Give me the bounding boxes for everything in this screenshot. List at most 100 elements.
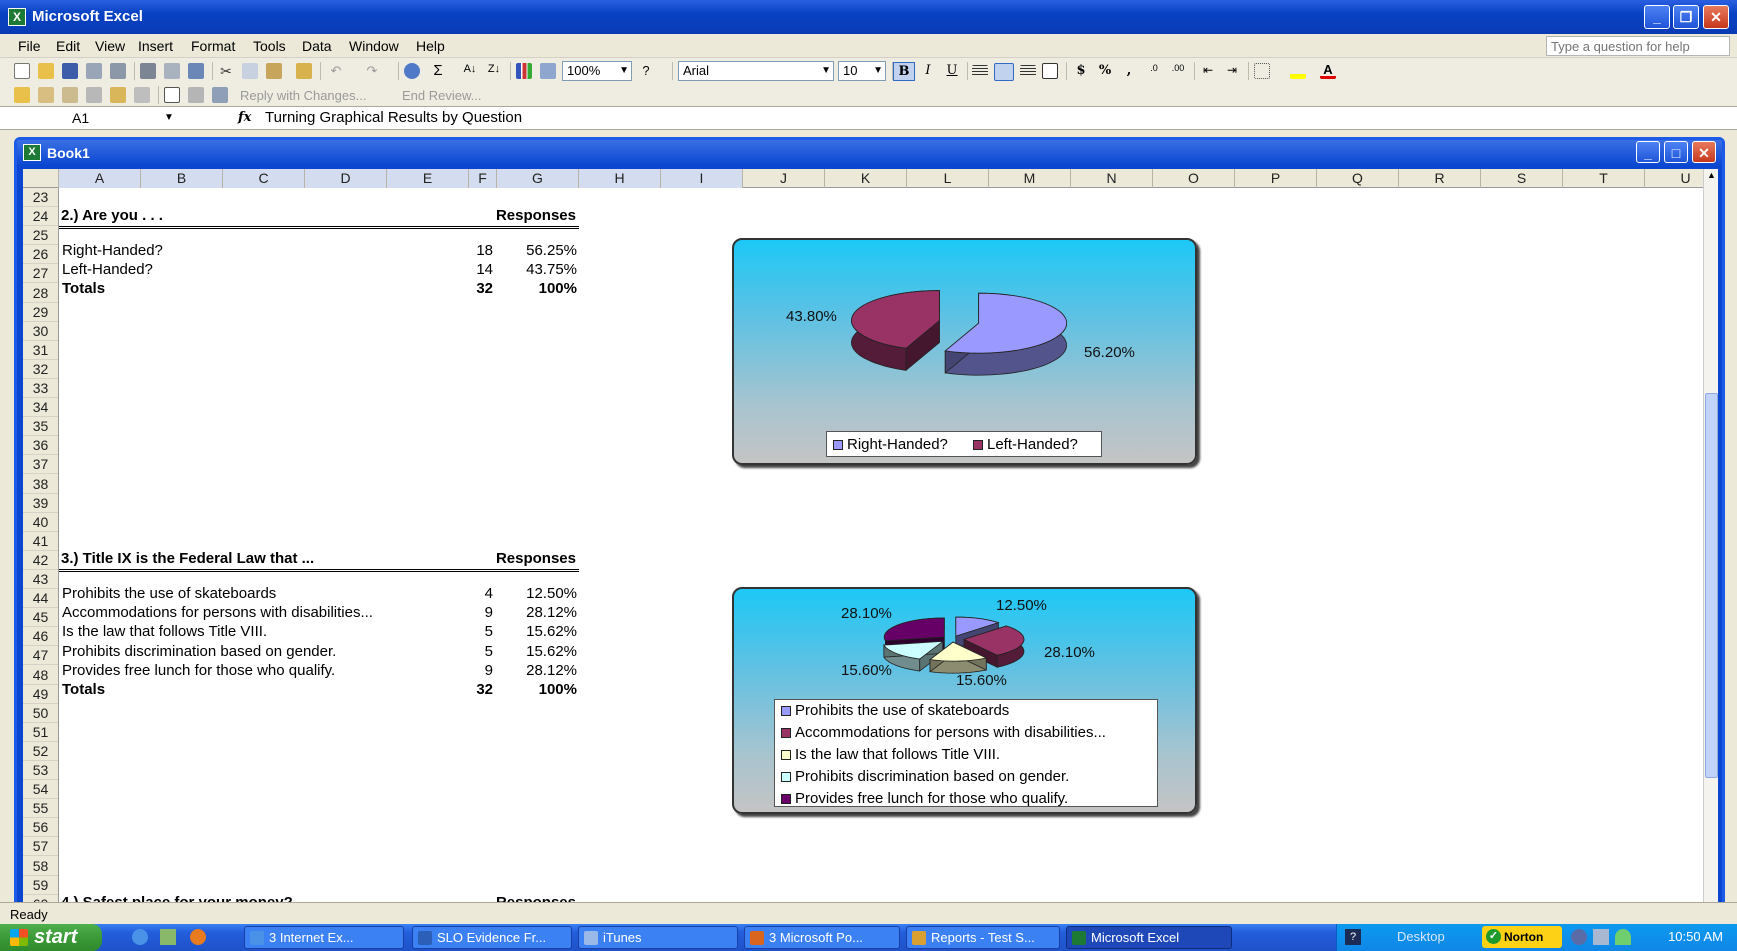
column-header-j[interactable]: J bbox=[743, 169, 825, 188]
worksheet-grid[interactable]: ABCDEFGHIJKLMNOPQRSTU 23 24 25 26 27 28 29 30 31… bbox=[23, 169, 1718, 907]
comment-icon[interactable] bbox=[86, 87, 102, 103]
track-changes-icon[interactable] bbox=[164, 87, 180, 103]
comma-button[interactable]: , bbox=[1118, 62, 1140, 81]
norton-icon[interactable]: ✓ Norton bbox=[1482, 926, 1562, 948]
vertical-scrollbar[interactable]: ▲ bbox=[1703, 169, 1718, 907]
column-header-a[interactable]: A bbox=[59, 169, 141, 188]
undo-icon[interactable]: ↶ bbox=[328, 63, 344, 79]
sort-ascending-icon[interactable]: A↓ bbox=[462, 63, 478, 79]
taskbar-button[interactable]: Reports - Test S... bbox=[906, 926, 1060, 949]
taskbar-button[interactable]: iTunes bbox=[578, 926, 738, 949]
taskbar-button[interactable]: 3 Microsoft Po... bbox=[744, 926, 900, 949]
row-header[interactable]: 56 bbox=[23, 818, 58, 838]
row-header[interactable]: 40 bbox=[23, 513, 58, 532]
taskbar-button[interactable]: SLO Evidence Fr... bbox=[412, 926, 572, 949]
menu-insert[interactable]: Insert bbox=[138, 38, 173, 54]
menu-file[interactable]: File bbox=[18, 38, 41, 54]
pie-slice-1-0[interactable] bbox=[944, 292, 1068, 376]
formula-input[interactable]: Turning Graphical Results by Question bbox=[265, 109, 522, 126]
menu-help[interactable]: Help bbox=[416, 38, 445, 54]
help-icon[interactable]: ? bbox=[1345, 929, 1361, 945]
format-painter-icon[interactable] bbox=[296, 63, 312, 79]
scroll-up-icon[interactable]: ▲ bbox=[1705, 170, 1718, 185]
align-center-icon[interactable] bbox=[994, 63, 1014, 81]
row-header[interactable]: 25 bbox=[23, 226, 58, 246]
merge-center-icon[interactable] bbox=[1042, 63, 1058, 79]
taskbar-button[interactable]: Microsoft Excel bbox=[1066, 926, 1232, 949]
copy-icon[interactable] bbox=[242, 63, 258, 79]
row-header[interactable]: 35 bbox=[23, 417, 58, 437]
column-header-s[interactable]: S bbox=[1481, 169, 1563, 188]
new-icon[interactable] bbox=[14, 63, 30, 79]
column-header-n[interactable]: N bbox=[1071, 169, 1153, 188]
row-header[interactable]: 38 bbox=[23, 475, 58, 494]
row-header[interactable]: 46 bbox=[23, 627, 58, 647]
column-header-q[interactable]: Q bbox=[1317, 169, 1399, 188]
column-header-t[interactable]: T bbox=[1563, 169, 1645, 188]
email-icon[interactable] bbox=[110, 63, 126, 79]
row-header[interactable]: 34 bbox=[23, 398, 58, 418]
minimize-button[interactable]: _ bbox=[1644, 5, 1670, 29]
row-header[interactable]: 37 bbox=[23, 455, 58, 475]
row-header[interactable]: 39 bbox=[23, 494, 58, 513]
row-header[interactable]: 36 bbox=[23, 436, 58, 456]
handedness-pie-chart[interactable]: 43.80% 56.20% Right-Handed? Left-Handed? bbox=[732, 238, 1197, 465]
fill-color-icon[interactable] bbox=[1290, 63, 1306, 79]
autosum-icon[interactable]: Σ bbox=[430, 63, 446, 79]
borders-icon[interactable] bbox=[1254, 63, 1270, 79]
start-button[interactable]: start bbox=[0, 924, 102, 951]
comment-icon[interactable] bbox=[134, 87, 150, 103]
help-icon[interactable]: ? bbox=[638, 63, 654, 79]
desktop-toolbar[interactable]: Desktop bbox=[1397, 929, 1445, 944]
column-header-f[interactable]: F bbox=[469, 169, 497, 188]
row-header[interactable]: 29 bbox=[23, 303, 58, 322]
network-icon[interactable] bbox=[1593, 929, 1609, 945]
font-size-select[interactable]: 10 ▼ bbox=[838, 61, 886, 81]
firefox-icon[interactable] bbox=[190, 929, 206, 945]
cut-icon[interactable]: ✂ bbox=[218, 63, 234, 79]
print-preview-icon[interactable] bbox=[164, 63, 180, 79]
column-header-m[interactable]: M bbox=[989, 169, 1071, 188]
workbook-title-bar[interactable]: X Book1 _ □ ✕ bbox=[17, 140, 1722, 166]
row-header[interactable]: 50 bbox=[23, 704, 58, 723]
workbook-close-button[interactable]: ✕ bbox=[1692, 141, 1716, 163]
column-header-i[interactable]: I bbox=[661, 169, 743, 188]
row-header[interactable]: 41 bbox=[23, 532, 58, 551]
spelling-icon[interactable] bbox=[188, 63, 204, 79]
row-header[interactable]: 52 bbox=[23, 742, 58, 761]
row-header[interactable]: 31 bbox=[23, 341, 58, 360]
row-header[interactable]: 59 bbox=[23, 876, 58, 895]
zoom-select[interactable]: 100% ▼ bbox=[562, 61, 632, 81]
row-header[interactable]: 49 bbox=[23, 685, 58, 704]
row-header[interactable]: 23 bbox=[23, 188, 58, 207]
close-button[interactable]: ✕ bbox=[1703, 5, 1729, 29]
font-select[interactable]: Arial ▼ bbox=[678, 61, 834, 81]
column-header-l[interactable]: L bbox=[907, 169, 989, 188]
hyperlink-icon[interactable] bbox=[404, 63, 420, 79]
save-icon[interactable] bbox=[62, 63, 78, 79]
column-header-e[interactable]: E bbox=[387, 169, 469, 188]
chart-legend[interactable]: Right-Handed? Left-Handed? bbox=[826, 431, 1102, 457]
row-header[interactable]: 28 bbox=[23, 284, 58, 303]
row-header[interactable]: 30 bbox=[23, 322, 58, 341]
menu-edit[interactable]: Edit bbox=[56, 38, 80, 54]
folder-icon[interactable] bbox=[38, 87, 54, 103]
title-ix-pie-chart[interactable]: 28.10% 12.50% 28.10% 15.60% 15.60% Prohi… bbox=[732, 587, 1197, 814]
ie-icon[interactable] bbox=[132, 929, 148, 945]
row-header[interactable]: 54 bbox=[23, 780, 58, 800]
menu-format[interactable]: Format bbox=[191, 38, 235, 54]
increase-decimal-icon[interactable]: .0 bbox=[1146, 63, 1162, 79]
align-left-icon[interactable] bbox=[972, 65, 988, 77]
end-review-button[interactable]: End Review... bbox=[402, 88, 482, 103]
comment-icon[interactable] bbox=[110, 87, 126, 103]
underline-button[interactable]: U bbox=[941, 62, 963, 81]
row-header[interactable]: 45 bbox=[23, 608, 58, 628]
row-header[interactable]: 26 bbox=[23, 245, 58, 265]
bold-button[interactable]: B bbox=[893, 62, 915, 81]
menu-view[interactable]: View bbox=[95, 38, 125, 54]
chart-legend[interactable]: Prohibits the use of skateboards Accommo… bbox=[774, 699, 1158, 807]
row-header[interactable]: 51 bbox=[23, 723, 58, 742]
menu-data[interactable]: Data bbox=[302, 38, 332, 54]
select-all-corner[interactable] bbox=[23, 169, 59, 188]
row-header[interactable]: 53 bbox=[23, 761, 58, 780]
